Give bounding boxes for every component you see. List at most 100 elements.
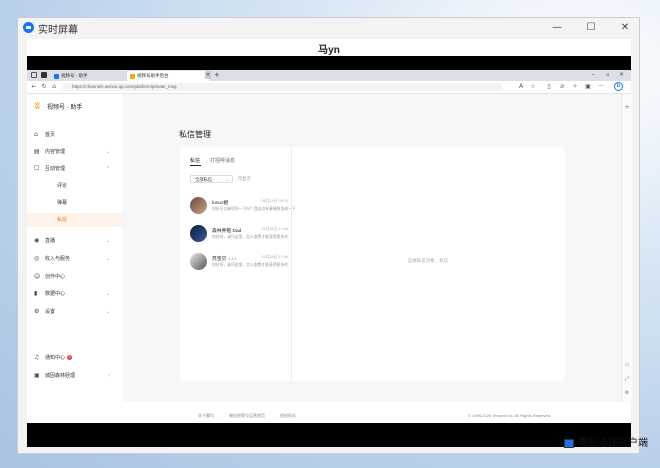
rail-expand-icon[interactable]: ⤢ [623, 376, 631, 382]
chevron-down-icon: ⌄ [105, 291, 110, 297]
home-nav-icon[interactable]: ⌂ [50, 83, 58, 91]
content-icon: ▤ [34, 148, 40, 155]
copilot-icon[interactable]: b [614, 82, 623, 91]
add-icon[interactable]: + [623, 104, 631, 111]
footer-link[interactable]: 微信视频号运营规范 [229, 413, 265, 419]
screen-stage: 马yn 视频号 · 助手 视频号助手后台 × + – ▫ × ← ↻ ⌂ htt… [27, 39, 632, 447]
message-filter-select[interactable]: 全部私信 ⌄ [190, 175, 233, 183]
address-toolbar: ← ↻ ⌂ https://channels.weixin.qq.com/pla… [27, 81, 631, 94]
sidebar-item-notifications[interactable]: ♫ 通知中心 6 [27, 351, 122, 365]
footer-link[interactable]: 侵权投诉 [280, 413, 296, 419]
filter-value: 全部私信 [195, 177, 213, 182]
message-sender: 苏宝贝· 4.4.1 [212, 257, 237, 262]
notification-badge: 6 [67, 355, 72, 360]
page-title: 私信管理 [179, 130, 211, 139]
sidebar-item-label: 创作中心 [45, 274, 66, 280]
message-preview: 你好呀，请问这里，怎么收费才能获得更多的 [212, 263, 288, 267]
browser-minimize-icon[interactable]: – [592, 70, 595, 80]
message-sender: lunuz姐 [212, 201, 229, 206]
back-icon[interactable]: ← [30, 83, 38, 91]
browser-side-rail: + ▭ ⤢ ⚙ [621, 94, 632, 402]
address-input[interactable]: https://channels.weixin.qq.com/platform/… [62, 83, 502, 91]
tab-favicon-icon [130, 74, 135, 79]
message-time: 05月14日 09:24 [261, 199, 288, 203]
message-list-item[interactable]: lunuz姐 05月14日 09:24 你好可以麻烦你一下吗？我这边有事情想咨询… [190, 197, 296, 219]
interact-icon: ☐ [34, 165, 40, 172]
close-button[interactable]: ✕ [616, 20, 634, 35]
sidebar-subitem-label: 私信 [57, 217, 68, 223]
favorites-list-icon[interactable]: ✰ [558, 83, 566, 91]
sidebar-subitem-comments[interactable]: 评论 [27, 179, 122, 193]
tab-private-msg[interactable]: 私信 [190, 157, 200, 164]
workspace-icon[interactable] [41, 72, 47, 78]
chevron-down-icon: ⌄ [105, 149, 110, 155]
reload-icon[interactable]: ↻ [40, 83, 48, 91]
account-icon: ▣ [34, 372, 40, 379]
collections-icon[interactable]: ▣ [584, 83, 592, 91]
read-aloud-icon[interactable]: A [517, 83, 525, 91]
sidebar-subitem-private-msg[interactable]: 私信 [27, 213, 122, 227]
rail-tool-icon[interactable]: ▭ [623, 362, 631, 368]
sidebar-subitem-label: 评论 [57, 183, 68, 189]
maximize-button[interactable]: ☐ [582, 20, 600, 35]
settings-icon: ⚙ [34, 308, 40, 315]
income-icon: ◎ [34, 255, 40, 262]
chevron-up-icon: ⌃ [105, 166, 110, 172]
sidebar-item-label: 互动管理 [45, 166, 66, 172]
favorite-icon[interactable]: ☆ [529, 83, 537, 91]
chevron-down-icon: ⌄ [225, 177, 229, 182]
message-list-item[interactable]: 苏宝贝· 4.4.1 01月28日 17:44 你好呀，请问这里，怎么收费才能获… [190, 253, 288, 275]
sidebar-item-label: 收入与服务 [45, 256, 71, 262]
sidebar-item-create[interactable]: ☺ 创作中心 [27, 270, 122, 284]
letterbox-top [27, 56, 631, 70]
sidebar-item-settings[interactable]: ⚙ 设置 ⌄ [27, 305, 122, 319]
reselect-client-label: 重新选择客户端 [578, 438, 648, 449]
sidebar-logo-text: 视频号 · 助手 [47, 105, 83, 111]
sidebar-item-content[interactable]: ▤ 内容管理 ⌄ [27, 145, 122, 159]
browser-maximize-icon[interactable]: ▫ [606, 70, 609, 80]
sidebar-item-account[interactable]: ▣ 城固森林经理 › [27, 369, 122, 383]
split-screen-icon[interactable]: ▯ [545, 83, 553, 91]
sidebar-item-data[interactable]: ▮ 数据中心 ⌄ [27, 287, 122, 301]
sidebar-item-label: 直播 [45, 238, 56, 244]
message-preview: 你好可以麻烦你一下吗？我这边有事情想咨询一下 [212, 207, 296, 211]
browser-tab[interactable]: 视频号 · 助手 [51, 71, 123, 81]
panel-divider [291, 147, 292, 381]
page-content: ʬ 视频号 · 助手 ⌂ 首页 ▤ 内容管理 ⌄ ☐ 互动管理 ⌃ 评论 弹幕 … [27, 94, 621, 418]
copyright-text: © 1998-2025 Tencent Inc. All Rights Rese… [468, 413, 551, 418]
rail-settings-icon[interactable]: ⚙ [623, 390, 631, 396]
avatar [190, 225, 207, 242]
sidebar-item-live[interactable]: ◉ 直播 ⌄ [27, 234, 122, 248]
reselect-client-button[interactable]: 重新选择客户端 [564, 437, 648, 451]
footer-link[interactable]: 关于腾讯 [198, 413, 214, 419]
sidebar-item-income[interactable]: ◎ 收入与服务 ⌄ [27, 252, 122, 266]
sidebar-item-interact[interactable]: ☐ 互动管理 ⌃ [27, 162, 122, 176]
create-icon: ☺ [34, 273, 41, 280]
data-icon: ▮ [34, 290, 38, 297]
tab-favicon-icon [54, 74, 59, 79]
extensions-icon[interactable]: ✧ [571, 83, 579, 91]
tab-close-icon[interactable]: × [205, 71, 211, 79]
filter-note: 仅显示 [238, 176, 251, 181]
message-list-item[interactable]: 森林养殖 Dad 01月28日 17:44 你好呀，请问这里，怎么收费才能获得更… [190, 225, 288, 247]
sidebar-subitem-danmaku[interactable]: 弹幕 [27, 196, 122, 210]
channels-logo-icon: ʬ [35, 101, 40, 111]
new-tab-button[interactable]: + [214, 70, 220, 80]
minimize-button[interactable]: — [548, 20, 566, 35]
browser-close-icon[interactable]: × [619, 70, 624, 80]
tab-label: 视频号助手后台 [137, 73, 169, 78]
tab-actions-icon[interactable] [31, 72, 37, 78]
chevron-down-icon: ⌄ [105, 238, 110, 244]
browser-tab-active[interactable]: 视频号助手后台 [127, 71, 209, 81]
tab-greeting-msg[interactable]: 打招呼消息 [210, 157, 235, 164]
sidebar-item-home[interactable]: ⌂ 首页 [27, 128, 122, 142]
message-preview: 你好呀，请问这里，怎么收费才能获得更多的 [212, 235, 288, 239]
more-icon[interactable]: ··· [597, 83, 605, 91]
sidebar-item-label: 通知中心 [45, 355, 66, 361]
bell-icon: ♫ [34, 354, 40, 361]
avatar [190, 197, 207, 214]
chevron-down-icon: ⌄ [105, 309, 110, 315]
sidebar-item-label: 城固森林经理 [45, 373, 76, 379]
message-time: 01月28日 17:44 [261, 255, 288, 259]
home-icon: ⌂ [34, 131, 38, 138]
